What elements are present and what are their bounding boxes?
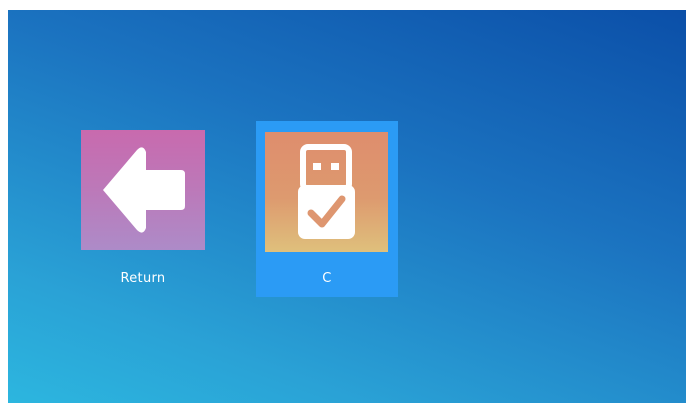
drive-c-tile[interactable]: C — [256, 121, 398, 297]
return-tile[interactable]: Return — [68, 120, 218, 290]
back-arrow-icon — [103, 147, 185, 233]
return-thumbnail — [81, 130, 205, 250]
drive-c-label: C — [322, 271, 332, 286]
desktop-background: Return C — [8, 10, 686, 403]
usb-drive-icon — [298, 144, 355, 239]
return-label: Return — [120, 271, 166, 286]
drive-c-thumbnail — [265, 132, 388, 252]
